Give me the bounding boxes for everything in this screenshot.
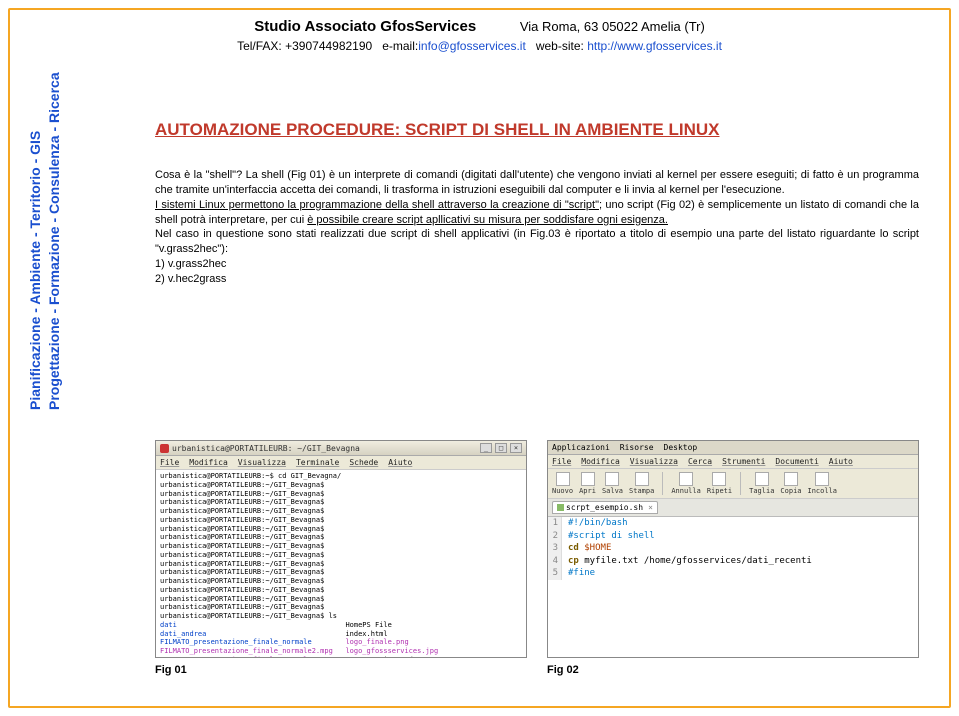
email-label: e-mail: bbox=[382, 39, 418, 53]
editor-toolbar: Nuovo Apri Salva Stampa Annulla Ripeti Taglia C… bbox=[548, 469, 918, 499]
toolbar-nuovo[interactable]: Nuovo bbox=[552, 472, 573, 495]
toolbar-salva[interactable]: Salva bbox=[602, 472, 623, 495]
company-name: Studio Associato GfosServices bbox=[254, 18, 476, 35]
body-text: Cosa è la "shell"? La shell (Fig 01) è u… bbox=[155, 168, 919, 287]
terminal-body[interactable]: urbanistica@PORTATILEURB:~$ cd GIT_Bevag… bbox=[156, 470, 526, 657]
figures-row: urbanistica@PORTATILEURB: ~/GIT_Bevagna … bbox=[155, 440, 919, 676]
content-area: AUTOMAZIONE PROCEDURE: SCRIPT DI SHELL I… bbox=[155, 120, 919, 287]
panel-desktop[interactable]: Desktop bbox=[664, 443, 698, 452]
toolbar-stampa[interactable]: Stampa bbox=[629, 472, 654, 495]
minimize-button[interactable]: _ bbox=[480, 443, 492, 453]
email-link[interactable]: info@gfosservices.it bbox=[418, 39, 526, 53]
menu-search[interactable]: Cerca bbox=[688, 457, 712, 466]
editor-window: Applicazioni Risorse Desktop File Modifi… bbox=[547, 440, 919, 658]
maximize-button[interactable]: □ bbox=[495, 443, 507, 453]
menu-terminal[interactable]: Terminale bbox=[296, 458, 339, 467]
list-2: 2) v.hec2grass bbox=[155, 273, 226, 285]
menu-file[interactable]: File bbox=[160, 458, 179, 467]
menu-help[interactable]: Aiuto bbox=[388, 458, 412, 467]
menu-documents[interactable]: Documenti bbox=[775, 457, 818, 466]
tab-close-icon[interactable]: × bbox=[648, 503, 653, 512]
menu-view[interactable]: Visualizza bbox=[238, 458, 286, 467]
telfax-value: +390744982190 bbox=[285, 39, 372, 53]
list-1: 1) v.grass2hec bbox=[155, 258, 226, 270]
panel-applications[interactable]: Applicazioni bbox=[552, 443, 610, 452]
terminal-title: urbanistica@PORTATILEURB: ~/GIT_Bevagna bbox=[172, 444, 360, 453]
sidebar-vertical-text: Pianificazione - Ambiente - Territorio -… bbox=[26, 72, 64, 410]
menu-file[interactable]: File bbox=[552, 457, 571, 466]
terminal-window: urbanistica@PORTATILEURB: ~/GIT_Bevagna … bbox=[155, 440, 527, 658]
terminal-menubar: File Modifica Visualizza Terminale Sched… bbox=[156, 456, 526, 470]
sidebar-line2: Progettazione - Formazione - Consulenza … bbox=[45, 72, 64, 410]
sidebar-line1: Pianificazione - Ambiente - Territorio -… bbox=[27, 131, 43, 410]
desktop-panel: Applicazioni Risorse Desktop bbox=[548, 441, 918, 455]
web-label: web-site: bbox=[536, 39, 584, 53]
toolbar-incolla[interactable]: Incolla bbox=[808, 472, 838, 495]
close-button[interactable]: × bbox=[510, 443, 522, 453]
script-file-icon bbox=[557, 504, 564, 511]
para-2: Nel caso in questione sono stati realizz… bbox=[155, 228, 919, 255]
figure-01: urbanistica@PORTATILEURB: ~/GIT_Bevagna … bbox=[155, 440, 527, 676]
terminal-titlebar: urbanistica@PORTATILEURB: ~/GIT_Bevagna … bbox=[156, 441, 526, 456]
menu-view[interactable]: Visualizza bbox=[630, 457, 678, 466]
header: Studio Associato GfosServices Via Roma, … bbox=[60, 18, 899, 53]
web-link[interactable]: http://www.gfosservices.it bbox=[587, 39, 722, 53]
para-1-underline: I sistemi Linux permettono la programmaz… bbox=[155, 199, 599, 211]
menu-edit[interactable]: Modifica bbox=[189, 458, 228, 467]
editor-tab-label: scrpt_esempio.sh bbox=[566, 503, 643, 512]
toolbar-copia[interactable]: Copia bbox=[780, 472, 801, 495]
editor-tabbar: scrpt_esempio.sh × bbox=[548, 499, 918, 517]
figure-02-caption: Fig 02 bbox=[547, 664, 919, 676]
section-title: AUTOMAZIONE PROCEDURE: SCRIPT DI SHELL I… bbox=[155, 120, 919, 140]
para-1-underline2: è possibile creare script apllicativi su… bbox=[307, 214, 668, 226]
panel-resources[interactable]: Risorse bbox=[620, 443, 654, 452]
editor-tab[interactable]: scrpt_esempio.sh × bbox=[552, 501, 658, 514]
toolbar-ripeti[interactable]: Ripeti bbox=[707, 472, 732, 495]
editor-body[interactable]: 1#!/bin/bash2#script di shell3cd $HOME4c… bbox=[548, 517, 918, 657]
menu-tabs[interactable]: Schede bbox=[349, 458, 378, 467]
toolbar-annulla[interactable]: Annulla bbox=[671, 472, 701, 495]
telfax-label: Tel/FAX: bbox=[237, 39, 282, 53]
menu-help[interactable]: Aiuto bbox=[829, 457, 853, 466]
toolbar-taglia[interactable]: Taglia bbox=[749, 472, 774, 495]
menu-tools[interactable]: Strumenti bbox=[722, 457, 765, 466]
menu-edit[interactable]: Modifica bbox=[581, 457, 620, 466]
company-address: Via Roma, 63 05022 Amelia (Tr) bbox=[520, 19, 705, 34]
para-1a: Cosa è la "shell"? La shell (Fig 01) è u… bbox=[155, 169, 919, 196]
toolbar-apri[interactable]: Apri bbox=[579, 472, 596, 495]
terminal-app-icon bbox=[160, 444, 169, 453]
figure-02: Applicazioni Risorse Desktop File Modifi… bbox=[547, 440, 919, 676]
editor-menubar: File Modifica Visualizza Cerca Strumenti… bbox=[548, 455, 918, 469]
figure-01-caption: Fig 01 bbox=[155, 664, 527, 676]
